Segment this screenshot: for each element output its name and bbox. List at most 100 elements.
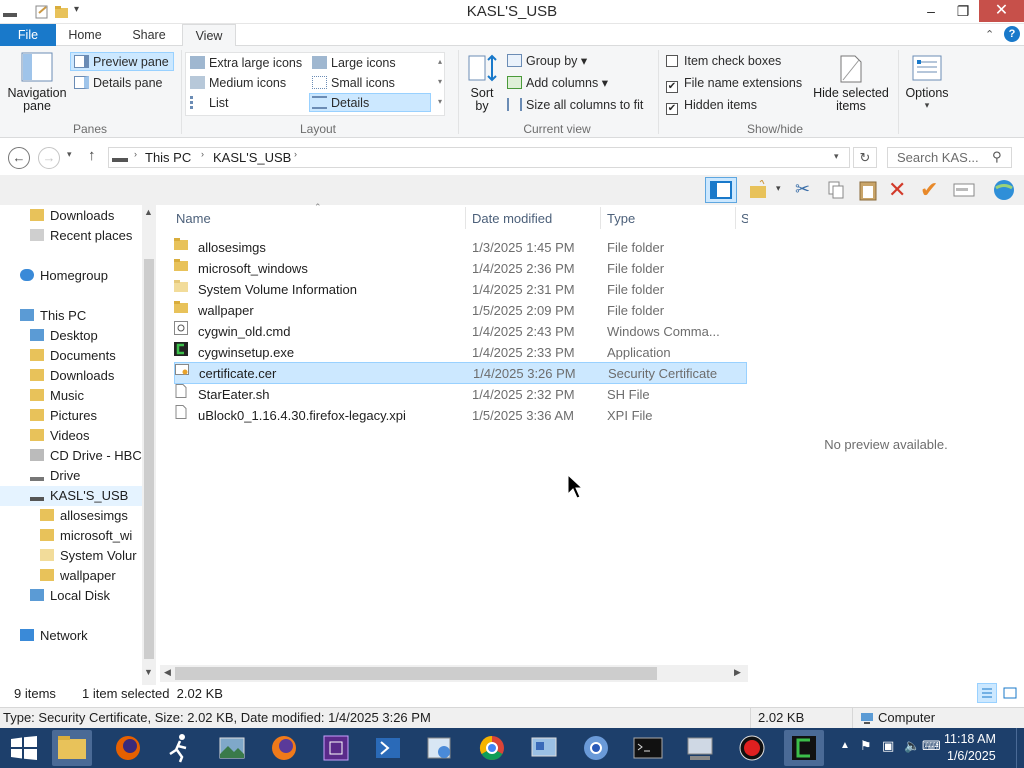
firefox-taskbar-button[interactable] (108, 730, 148, 766)
file-row-wallpaper[interactable]: wallpaper 1/5/2025 2:09 PM File folder (174, 300, 747, 321)
large-icons-view-button[interactable] (1001, 684, 1019, 702)
sort-by-button[interactable]: Sort by (464, 52, 500, 118)
cpu-app-taskbar-button[interactable] (316, 730, 356, 766)
recent-locations-icon[interactable]: ▾ (67, 149, 72, 160)
show-desktop-button[interactable] (1016, 728, 1024, 768)
file-row-stareater-sh[interactable]: StarEater.sh 1/4/2025 2:32 PM SH File (174, 384, 747, 405)
options-button[interactable]: Options ▾ (902, 54, 952, 118)
breadcrumb-this-pc[interactable]: This PC (145, 150, 191, 165)
back-button[interactable]: ← (8, 147, 30, 169)
clock-date[interactable]: 1/6/2025 (947, 749, 996, 763)
nav-item-downloads[interactable]: Downloads (30, 206, 114, 226)
nav-item-wallpaper[interactable]: wallpaper (40, 566, 116, 586)
nav-item-cd-drive[interactable]: CD Drive - HBC (30, 446, 142, 466)
column-date-modified[interactable]: Date modified (472, 211, 552, 226)
item-check-boxes-checkbox[interactable] (666, 55, 678, 67)
firefox-alt-taskbar-button[interactable] (264, 730, 304, 766)
nav-item-drive[interactable]: Drive (30, 466, 80, 486)
tab-view[interactable]: View (182, 24, 236, 47)
globe-icon[interactable] (991, 179, 1017, 201)
scroll-right-icon[interactable]: ▶ (734, 667, 741, 678)
delete-icon[interactable]: ✕ (888, 177, 906, 203)
scroll-up-icon[interactable]: ▲ (144, 207, 153, 217)
nav-item-documents[interactable]: Documents (30, 346, 116, 366)
preview-pane-button[interactable]: Preview pane (70, 52, 174, 71)
paste-icon[interactable] (857, 179, 879, 201)
nav-item-recent-places[interactable]: Recent places (30, 226, 132, 246)
hidden-items-checkbox[interactable]: ✔ (666, 103, 678, 115)
file-row-cygwin-old-cmd[interactable]: cygwin_old.cmd 1/4/2025 2:43 PM Windows … (174, 321, 747, 342)
file-name-extensions-option[interactable]: ✔ File name extensions (666, 74, 802, 93)
column-type[interactable]: Type (607, 211, 635, 226)
file-row-microsoft-windows[interactable]: microsoft_windows 1/4/2025 2:36 PM File … (174, 258, 747, 279)
nav-item-homegroup[interactable]: Homegroup (20, 266, 108, 286)
file-row-allosesimgs[interactable]: allosesimgs 1/3/2025 1:45 PM File folder (174, 237, 747, 258)
file-row-cygwinsetup-exe[interactable]: cygwinsetup.exe 1/4/2025 2:33 PM Applica… (174, 342, 747, 363)
breadcrumb-usb[interactable]: KASL'S_USB (213, 150, 291, 165)
powershell-taskbar-button[interactable] (368, 730, 408, 766)
large-icons-option[interactable]: Large icons (312, 54, 396, 73)
details-option[interactable]: Details (309, 93, 431, 112)
group-by-button[interactable]: Group by ▾ (507, 52, 587, 71)
extra-large-icons-option[interactable]: Extra large icons (190, 54, 302, 73)
minimize-ribbon-icon[interactable]: ⌃ (985, 28, 994, 41)
start-button-windows-icon[interactable] (10, 736, 38, 760)
cygwin-taskbar-button[interactable] (784, 730, 824, 766)
clock-time[interactable]: 11:18 AM (944, 732, 996, 746)
small-icons-option[interactable]: Small icons (312, 74, 395, 93)
nav-item-videos[interactable]: Videos (30, 426, 90, 446)
nav-item-allosesimgs[interactable]: allosesimgs (40, 506, 128, 526)
nav-item-local-disk[interactable]: Local Disk (30, 586, 110, 606)
address-bar[interactable]: › This PC › KASL'S_USB › ▾ (108, 147, 850, 168)
flag-icon[interactable]: ⚑ (860, 738, 872, 754)
size-all-columns-button[interactable]: Size all columns to fit (507, 96, 643, 115)
navigation-pane-button[interactable]: Navigation pane (6, 50, 68, 118)
minimize-button[interactable]: – (915, 0, 947, 22)
nav-item-music[interactable]: Music (30, 386, 84, 406)
new-folder-icon[interactable] (748, 180, 770, 200)
list-option[interactable]: List (190, 94, 228, 113)
runner-app-taskbar-button[interactable] (160, 730, 200, 766)
tab-file[interactable]: File (0, 24, 56, 46)
column-divider[interactable] (465, 207, 466, 229)
network-status-icon[interactable]: ▣ (882, 738, 894, 754)
tray-expand-icon[interactable]: ▲ (840, 740, 850, 751)
file-row-system-volume-information[interactable]: System Volume Information 1/4/2025 2:31 … (174, 279, 747, 300)
address-dropdown-icon[interactable]: ▾ (834, 151, 839, 162)
item-check-boxes-option[interactable]: Item check boxes (666, 52, 781, 71)
forward-button[interactable]: → (38, 147, 60, 169)
control-panel-taskbar-button[interactable] (420, 730, 460, 766)
scroll-left-icon[interactable]: ◀ (164, 667, 171, 678)
rename-check-icon[interactable]: ✔ (920, 177, 938, 203)
file-name-extensions-checkbox[interactable]: ✔ (666, 81, 678, 93)
record-taskbar-button[interactable] (732, 730, 772, 766)
refresh-button[interactable]: ↻ (853, 147, 877, 168)
horizontal-scroll-thumb[interactable] (175, 667, 657, 680)
details-view-button[interactable] (977, 683, 997, 703)
chromium-taskbar-button[interactable] (576, 730, 616, 766)
network-app-taskbar-button[interactable] (524, 730, 564, 766)
keyboard-layout-icon[interactable]: ⌨ (922, 738, 941, 754)
nav-item-desktop[interactable]: Desktop (30, 326, 98, 346)
nav-item-downloads-pc[interactable]: Downloads (30, 366, 114, 386)
file-row-ublock-xpi[interactable]: uBlock0_1.16.4.30.firefox-legacy.xpi 1/5… (174, 405, 747, 426)
preview-pane-toggle-button[interactable] (705, 177, 737, 203)
nav-item-network[interactable]: Network (20, 626, 88, 646)
search-input[interactable]: Search KAS... ⚲ (887, 147, 1012, 168)
medium-icons-option[interactable]: Medium icons (190, 74, 286, 93)
scroll-down-icon[interactable]: ▼ (144, 667, 153, 677)
scroll-thumb[interactable] (144, 259, 154, 659)
file-row-certificate-cer[interactable]: certificate.cer 1/4/2025 3:26 PM Securit… (174, 362, 747, 384)
file-explorer-taskbar-button[interactable] (52, 730, 92, 766)
up-button[interactable]: ↑ (88, 147, 96, 164)
column-divider[interactable] (600, 207, 601, 229)
keyboard-app-taskbar-button[interactable] (680, 730, 720, 766)
properties-icon[interactable] (953, 181, 975, 199)
navigation-scrollbar[interactable]: ▲ ▼ (142, 205, 156, 685)
copy-icon[interactable] (826, 180, 846, 200)
nav-item-this-pc[interactable]: This PC (20, 306, 86, 326)
photos-taskbar-button[interactable] (212, 730, 252, 766)
cmd-taskbar-button[interactable] (628, 730, 668, 766)
help-icon[interactable]: ? (1004, 26, 1020, 42)
layout-scroll[interactable]: ▴ ▾ ▾ (434, 52, 446, 116)
